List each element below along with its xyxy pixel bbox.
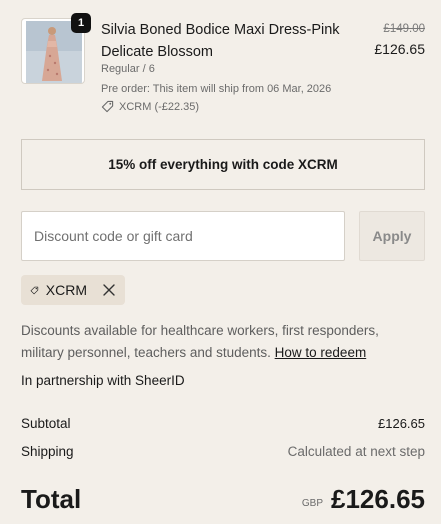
shipping-value: Calculated at next step xyxy=(287,444,425,459)
item-price: £126.65 xyxy=(374,41,425,57)
partnership-note: In partnership with SheerID xyxy=(21,373,185,388)
close-icon xyxy=(103,284,115,296)
product-name: Silvia Boned Bodice Maxi Dress-Pink Deli… xyxy=(101,22,340,60)
quantity-badge: 1 xyxy=(71,13,91,33)
discount-code-input[interactable] xyxy=(21,211,345,261)
subtotal-label: Subtotal xyxy=(21,416,71,431)
applied-code-label: XCRM xyxy=(45,282,87,298)
line-discount-label: XCRM (-£22.35) xyxy=(119,100,200,113)
total-value: £126.65 xyxy=(331,484,425,514)
how-to-redeem-link[interactable]: How to redeem xyxy=(275,345,367,360)
apply-button[interactable]: Apply xyxy=(359,211,425,261)
tag-icon xyxy=(30,286,39,294)
total-row: Total GBP £126.65 xyxy=(21,482,425,518)
currency-code: GBP xyxy=(301,498,323,509)
tag-icon xyxy=(101,100,114,113)
cart-line-item: 1 Silvia Boned Bodice Maxi Dress-Pink De… xyxy=(21,13,425,118)
discount-eligibility-info: Discounts available for healthcare worke… xyxy=(21,320,425,364)
preorder-note: Pre order: This item will ship from 06 M… xyxy=(101,83,332,95)
original-price: £149.00 xyxy=(383,23,425,35)
remove-code-button[interactable] xyxy=(102,283,116,297)
line-discount: XCRM (-£22.35) xyxy=(101,100,199,113)
shipping-label: Shipping xyxy=(21,444,74,459)
applied-code-chip: XCRM xyxy=(21,275,125,305)
product-variant: Regular / 6 xyxy=(101,63,155,75)
subtotal-value: £126.65 xyxy=(378,416,425,431)
total-label: Total xyxy=(21,484,82,514)
promo-banner: 15% off everything with code XCRM xyxy=(21,139,425,190)
